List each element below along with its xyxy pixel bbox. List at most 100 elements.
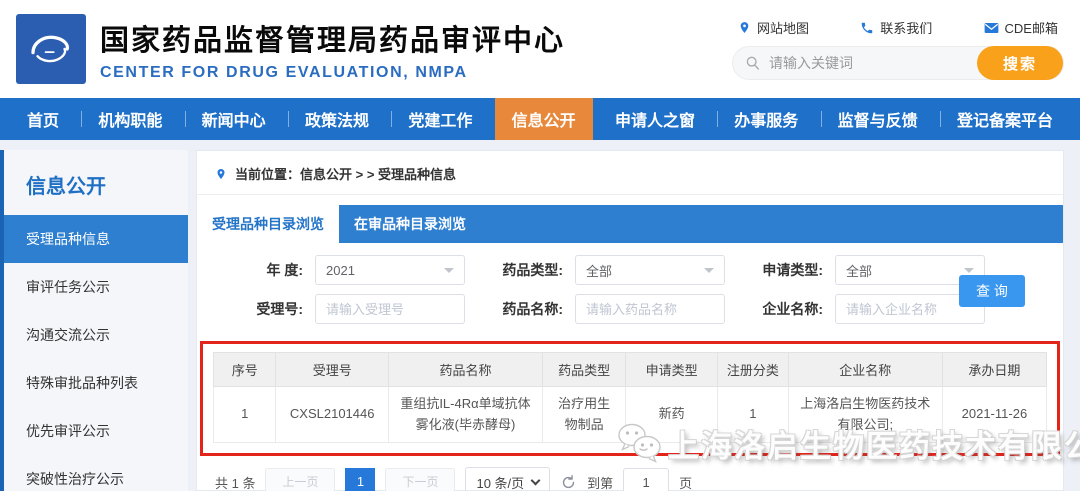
cell-acceptance-no: CXSL2101446 [275,386,389,443]
goto-page-input[interactable] [623,468,670,491]
acceptance-no-label: 受理号: [256,301,303,317]
col-registration-class: 注册分类 [716,352,789,387]
page-1-button[interactable]: 1 [345,468,376,491]
site-titles: 国家药品监督管理局药品审评中心 CENTER FOR DRUG EVALUATI… [100,17,565,82]
cde-logo [16,14,86,84]
cde-mail-link-label: CDE邮箱 [1004,21,1058,36]
year-select[interactable]: 2021 [315,255,465,285]
main-panel: 当前位置：信息公开 > > 受理品种信息 受理品种目录浏览 在审品种目录浏览 年… [196,150,1064,491]
cell-seq: 1 [212,386,277,443]
site-subtitle: CENTER FOR DRUG EVALUATION, NMPA [100,63,468,81]
drug-type-select-value: 全部 [586,263,613,279]
tab-accepted-catalog[interactable]: 受理品种目录浏览 [197,205,339,243]
cde-logo-swoosh-icon [31,35,70,63]
chevron-down-icon [964,267,974,273]
table-row[interactable]: 1 CXSL2101446 重组抗IL-4Rα单域抗体雾化液(毕赤酵母) 治疗用… [212,386,1048,443]
sidebar: 信息公开 受理品种信息 审评任务公示 沟通交流公示 特殊审批品种列表 优先审评公… [4,150,188,491]
cell-drug-type: 治疗用生物制品 [542,386,627,443]
contact-link-label: 联系我们 [880,21,933,36]
cde-mail-link[interactable]: CDE邮箱 [984,18,1058,37]
tab-under-review-catalog[interactable]: 在审品种目录浏览 [339,205,481,243]
apply-type-select-value: 全部 [846,263,873,279]
col-seq: 序号 [212,352,277,387]
chevron-down-icon [444,267,454,273]
sidebar-item-special-approval[interactable]: 特殊审批品种列表 [4,359,188,407]
sidebar-item-priority-review[interactable]: 优先审评公示 [4,407,188,455]
query-button[interactable]: 查 询 [959,275,1025,307]
year-select-value: 2021 [326,262,355,278]
highlight-red-box: 序号 受理号 药品名称 药品类型 申请类型 注册分类 企业名称 承办日期 1 C… [200,341,1060,456]
nav-item-party-building[interactable]: 党建工作 [391,98,489,140]
sidebar-item-review-tasks[interactable]: 审评任务公示 [4,263,188,311]
drug-type-label: 药品类型: [502,262,563,278]
acceptance-no-input[interactable] [315,294,465,324]
drug-type-select[interactable]: 全部 [575,255,725,285]
acceptance-no-field: 受理号: [231,294,465,324]
cell-apply-type: 新药 [625,386,718,443]
goto-suffix: 页 [679,475,693,491]
filter-form: 年 度: 2021 药品类型: 全部 申请类型: 全部 受理号: 请输入受理号 … [197,243,1063,339]
mail-icon [984,22,998,33]
sidebar-wrap: 信息公开 受理品种信息 审评任务公示 沟通交流公示 特殊审批品种列表 优先审评公… [0,150,188,491]
nav-item-info-disclosure[interactable]: 信息公开 [494,98,593,140]
nav-item-supervision-feedback[interactable]: 监督与反馈 [820,98,935,140]
phone-icon [862,22,873,33]
cell-drug-name: 重组抗IL-4Rα单域抗体雾化液(毕赤酵母) [387,386,544,443]
quick-links: 网站地图 联系我们 CDE邮箱 [732,18,1064,37]
col-apply-type: 申请类型 [625,352,718,387]
header-right: 网站地图 联系我们 CDE邮箱 搜索 [732,18,1064,80]
table-header-row: 序号 受理号 药品名称 药品类型 申请类型 注册分类 企业名称 承办日期 [212,352,1048,387]
search-button[interactable]: 搜索 [977,46,1063,80]
drug-type-field: 药品类型: 全部 [491,255,725,285]
nav-item-news[interactable]: 新闻中心 [184,98,283,140]
nav-item-home[interactable]: 首页 [10,98,76,140]
location-icon [740,22,749,33]
company-name-label: 企业名称: [762,301,823,317]
cell-handle-date: 2021-11-26 [941,386,1048,443]
prev-page-button[interactable]: 上一页 [265,468,336,491]
cell-registration-class: 1 [716,386,789,443]
site-title: 国家药品监督管理局药品审评中心 [100,24,566,57]
drug-name-label: 药品名称: [502,301,563,317]
chevron-down-icon [530,475,541,485]
next-page-button[interactable]: 下一页 [385,468,456,491]
search-icon [746,56,759,70]
main-nav: 首页 机构职能 新闻中心 政策法规 党建工作 信息公开 申请人之窗 办事服务 监… [0,98,1080,140]
col-drug-name: 药品名称 [387,352,544,387]
breadcrumb-text: 当前位置：信息公开 > > 受理品种信息 [235,167,457,182]
col-company: 企业名称 [787,352,943,387]
breadcrumb: 当前位置：信息公开 > > 受理品种信息 [197,151,1063,195]
sidebar-title: 信息公开 [26,176,106,198]
nav-item-registration-platform[interactable]: 登记备案平台 [939,98,1070,140]
col-acceptance-no: 受理号 [275,352,389,387]
col-drug-type: 药品类型 [542,352,627,387]
apply-type-field: 申请类型: 全部 [751,255,985,285]
page-size-select[interactable]: 10 条/页 [465,467,551,491]
contact-link[interactable]: 联系我们 [860,18,932,37]
apply-type-label: 申请类型: [762,262,823,278]
filter-row-1: 年 度: 2021 药品类型: 全部 申请类型: 全部 [231,255,1029,285]
search-input[interactable] [733,55,977,71]
refresh-icon[interactable] [560,474,577,491]
sitemap-link[interactable]: 网站地图 [738,18,809,37]
nav-item-organization[interactable]: 机构职能 [81,98,179,140]
sidebar-item-breakthrough-therapy[interactable]: 突破性治疗公示 [4,455,188,491]
sidebar-item-communication[interactable]: 沟通交流公示 [4,311,188,359]
nav-item-applicant-window[interactable]: 申请人之窗 [598,98,712,140]
company-name-field: 企业名称: [751,294,985,324]
sitemap-link-label: 网站地图 [757,21,810,36]
results-table: 序号 受理号 药品名称 药品类型 申请类型 注册分类 企业名称 承办日期 1 C… [212,352,1048,443]
year-label: 年 度: [266,262,303,278]
cell-company: 上海洛启生物医药技术有限公司; [787,386,943,443]
location-pin-icon [217,168,225,179]
total-count: 共 1 条 [215,475,256,491]
nav-item-services[interactable]: 办事服务 [717,98,815,140]
search-bar: 搜索 [732,46,1064,80]
sidebar-item-accepted-varieties[interactable]: 受理品种信息 [4,215,188,263]
nav-item-policies[interactable]: 政策法规 [287,98,386,140]
filter-row-2: 受理号: 药品名称: 企业名称: [231,294,1029,324]
drug-name-input[interactable] [575,294,725,324]
pagination: 共 1 条 上一页 1 下一页 10 条/页 到第 页 [197,456,1063,491]
site-header: 国家药品监督管理局药品审评中心 CENTER FOR DRUG EVALUATI… [0,0,1080,98]
tab-bar: 受理品种目录浏览 在审品种目录浏览 [197,205,1063,243]
